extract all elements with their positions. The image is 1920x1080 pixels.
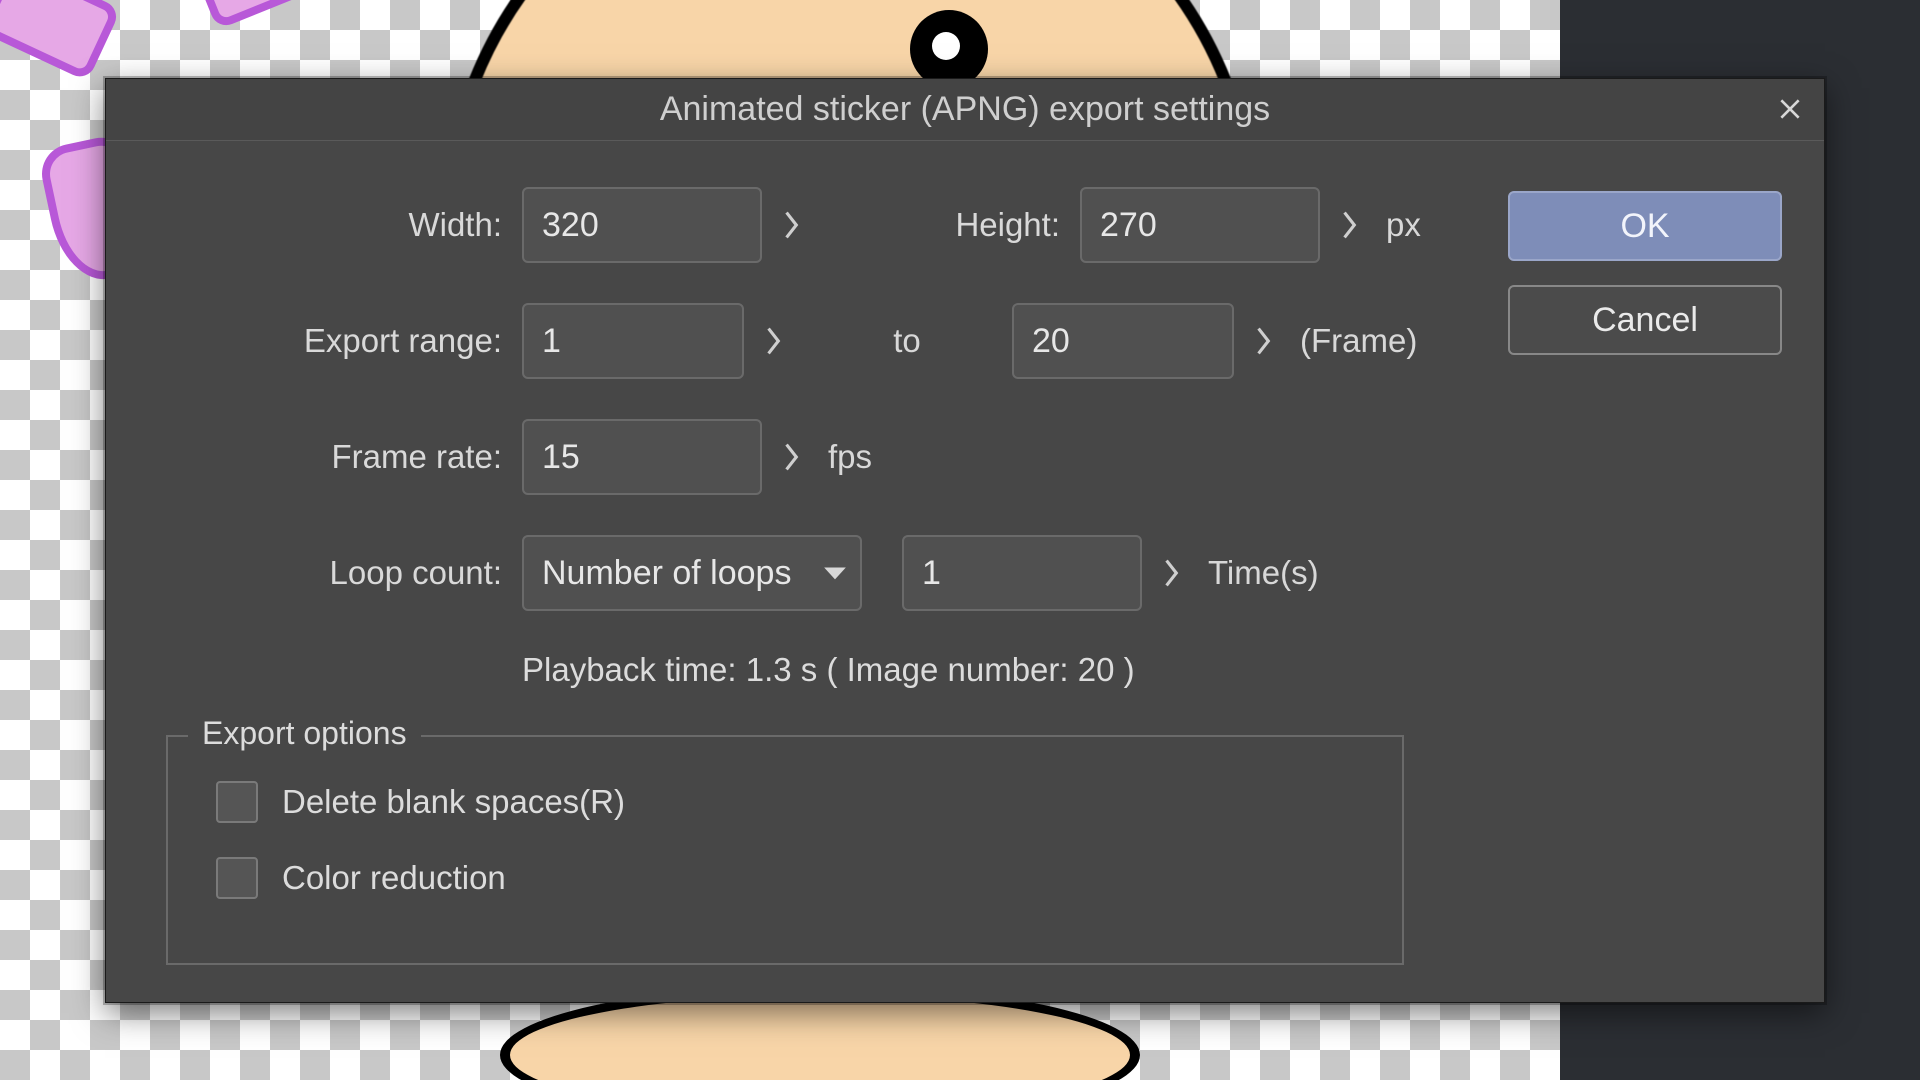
delete-blank-label: Delete blank spaces(R) xyxy=(282,783,625,821)
range-to-label: to xyxy=(802,322,1012,360)
frame-rate-label: Frame rate: xyxy=(142,438,522,476)
frame-unit: (Frame) xyxy=(1292,322,1462,360)
dialog-content: Width: Height: px Export range: xyxy=(106,141,1824,1002)
chevron-right-icon xyxy=(1338,209,1360,241)
loop-count-label: Loop count: xyxy=(142,554,522,592)
row-export-range: Export range: to (Frame) xyxy=(142,303,1404,379)
export-range-label: Export range: xyxy=(142,322,522,360)
frame-rate-stepper[interactable] xyxy=(762,419,820,495)
height-input[interactable] xyxy=(1080,187,1320,263)
dialog-buttons: OK Cancel xyxy=(1508,191,1782,355)
frame-rate-input[interactable] xyxy=(522,419,762,495)
color-reduction-checkbox[interactable] xyxy=(216,857,258,899)
height-stepper[interactable] xyxy=(1320,187,1378,263)
export-settings-dialog: Animated sticker (APNG) export settings … xyxy=(105,78,1825,1003)
close-button[interactable] xyxy=(1766,85,1814,133)
delete-blank-checkbox[interactable] xyxy=(216,781,258,823)
chevron-right-icon xyxy=(780,441,802,473)
width-label: Width: xyxy=(142,206,522,244)
row-frame-rate: Frame rate: fps xyxy=(142,419,1404,495)
chevron-right-icon xyxy=(1160,557,1182,589)
form-area: Width: Height: px Export range: xyxy=(142,187,1404,689)
height-label: Height: xyxy=(820,206,1080,244)
loop-mode-dropdown-wrap: Number of loops xyxy=(522,535,862,611)
export-options-group: Export options Delete blank spaces(R) Co… xyxy=(166,735,1404,965)
sticker-art-eye xyxy=(910,10,988,88)
loop-count-stepper[interactable] xyxy=(1142,535,1200,611)
loop-mode-dropdown[interactable]: Number of loops xyxy=(522,535,862,611)
range-to-input[interactable] xyxy=(1012,303,1234,379)
range-from-stepper[interactable] xyxy=(744,303,802,379)
close-icon xyxy=(1777,96,1803,122)
color-reduction-label: Color reduction xyxy=(282,859,506,897)
loop-unit: Time(s) xyxy=(1200,554,1400,592)
playback-info: Playback time: 1.3 s ( Image number: 20 … xyxy=(142,651,1404,689)
range-to-stepper[interactable] xyxy=(1234,303,1292,379)
width-input[interactable] xyxy=(522,187,762,263)
color-reduction-option[interactable]: Color reduction xyxy=(216,857,1354,899)
delete-blank-spaces-option[interactable]: Delete blank spaces(R) xyxy=(216,781,1354,823)
fps-unit: fps xyxy=(820,438,1000,476)
ok-button[interactable]: OK xyxy=(1508,191,1782,261)
dialog-titlebar: Animated sticker (APNG) export settings xyxy=(106,79,1824,141)
loop-count-input[interactable] xyxy=(902,535,1142,611)
chevron-right-icon xyxy=(762,325,784,357)
chevron-right-icon xyxy=(1252,325,1274,357)
export-options-legend: Export options xyxy=(188,715,421,752)
cancel-button[interactable]: Cancel xyxy=(1508,285,1782,355)
range-from-input[interactable] xyxy=(522,303,744,379)
chevron-right-icon xyxy=(780,209,802,241)
width-stepper[interactable] xyxy=(762,187,820,263)
dialog-title: Animated sticker (APNG) export settings xyxy=(660,90,1270,129)
row-loop-count: Loop count: Number of loops Time(s) xyxy=(142,535,1404,611)
row-dimensions: Width: Height: px xyxy=(142,187,1404,263)
px-unit: px xyxy=(1378,206,1498,244)
